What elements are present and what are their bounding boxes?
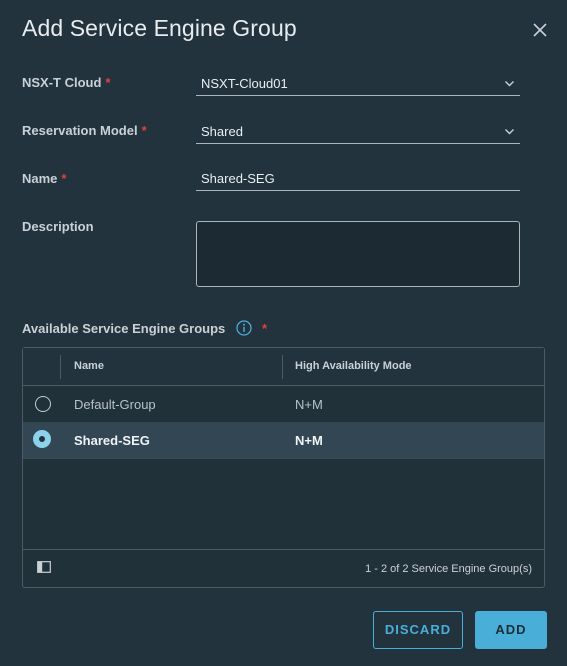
reservation-model-select[interactable]: Shared [196, 121, 520, 144]
grid-header: Name High Availability Mode [23, 348, 544, 386]
reservation-model-value: Shared [201, 124, 243, 139]
row-ha-mode: N+M [295, 433, 323, 448]
available-groups-label: Available Service Engine Groups [22, 321, 225, 336]
reservation-model-label-text: Reservation Model [22, 123, 138, 138]
required-mark: * [262, 321, 268, 336]
nsxt-cloud-select[interactable]: NSXT-Cloud01 [196, 73, 520, 96]
row-radio-selected[interactable] [33, 430, 51, 448]
row-name: Default-Group [74, 397, 156, 412]
row-radio[interactable] [35, 396, 51, 412]
chevron-down-icon [505, 129, 514, 135]
column-header-ha-mode[interactable]: High Availability Mode [295, 360, 412, 372]
chevron-down-icon [505, 81, 514, 87]
info-icon[interactable] [236, 320, 252, 336]
grid-footer: 1 - 2 of 2 Service Engine Group(s) [23, 549, 544, 588]
row-name: Shared-SEG [74, 433, 150, 448]
required-mark: * [61, 171, 67, 186]
available-groups-label-text: Available Service Engine Groups [22, 321, 226, 336]
table-row[interactable]: Default-Group N+M [23, 386, 544, 423]
service-engine-groups-grid: Name High Availability Mode Default-Grou… [22, 347, 545, 588]
column-separator [60, 355, 61, 379]
add-service-engine-group-dialog: Add Service Engine Group NSX-T Cloud * NS… [0, 0, 567, 666]
reservation-model-label: Reservation Model * [22, 123, 147, 138]
name-label: Name * [22, 171, 66, 186]
description-label: Description [22, 219, 94, 234]
column-separator[interactable] [282, 355, 283, 379]
dialog-title: Add Service Engine Group [22, 15, 297, 41]
column-toggle-icon[interactable] [37, 561, 51, 573]
description-textarea[interactable] [196, 221, 520, 287]
close-icon[interactable] [530, 20, 550, 40]
pagination-summary: 1 - 2 of 2 Service Engine Group(s) [365, 563, 532, 575]
name-value: Shared-SEG [201, 171, 275, 186]
column-header-name[interactable]: Name [74, 360, 104, 372]
add-button[interactable]: ADD [475, 611, 547, 649]
nsxt-cloud-label: NSX-T Cloud * [22, 75, 111, 90]
nsxt-cloud-value: NSXT-Cloud01 [201, 76, 288, 91]
table-row-selected[interactable]: Shared-SEG N+M [23, 422, 544, 459]
name-input[interactable]: Shared-SEG [196, 168, 520, 191]
row-ha-mode: N+M [295, 397, 323, 412]
nsxt-cloud-label-text: NSX-T Cloud [22, 75, 102, 90]
discard-button[interactable]: DISCARD [373, 611, 463, 649]
name-label-text: Name [22, 171, 58, 186]
required-mark: * [105, 75, 111, 90]
required-mark: * [141, 123, 147, 138]
